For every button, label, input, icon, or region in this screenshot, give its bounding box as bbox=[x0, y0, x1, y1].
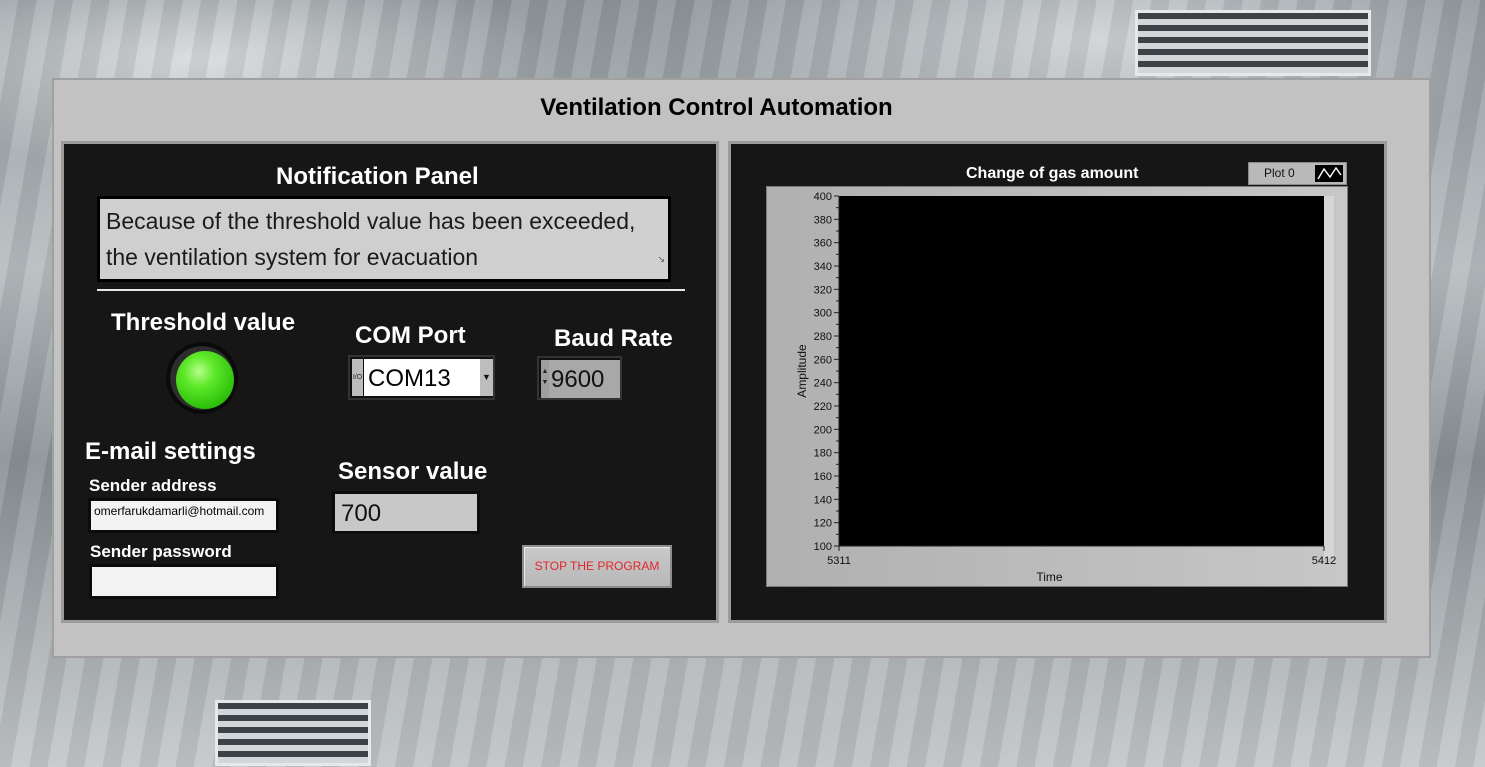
y-tick-label: 200 bbox=[814, 424, 832, 436]
y-tick-label: 120 bbox=[814, 518, 832, 530]
x-tick-label: 5412 bbox=[1312, 555, 1336, 567]
led-light-icon bbox=[176, 351, 234, 409]
notification-panel-heading: Notification Panel bbox=[276, 163, 479, 190]
x-tick-label: 5311 bbox=[827, 555, 851, 567]
vent-grille-bottom-left bbox=[215, 700, 371, 766]
sensor-value-display: 700 bbox=[332, 491, 480, 534]
y-tick-label: 280 bbox=[814, 331, 832, 343]
plot-legend[interactable]: Plot 0 bbox=[1248, 162, 1347, 185]
y-tick-label: 160 bbox=[814, 471, 832, 483]
plot-bevel bbox=[1324, 196, 1334, 558]
chevron-down-icon[interactable]: ▼ bbox=[480, 359, 493, 396]
y-tick-label: 100 bbox=[814, 541, 832, 553]
threshold-label: Threshold value bbox=[111, 309, 296, 336]
y-axis-label: Amplitude bbox=[795, 344, 809, 398]
baud-rate-label: Baud Rate bbox=[554, 325, 673, 352]
baud-rate-control[interactable]: ▲ ▼ 9600 bbox=[537, 356, 622, 400]
y-tick-label: 340 bbox=[814, 261, 832, 273]
chart-title: Change of gas amount bbox=[966, 165, 1139, 182]
email-settings-heading: E-mail settings bbox=[85, 438, 256, 465]
y-tick-label: 300 bbox=[814, 308, 832, 320]
notification-message-text: Because of the threshold value has been … bbox=[106, 208, 636, 270]
y-tick-label: 260 bbox=[814, 354, 832, 366]
line-style-icon bbox=[1315, 165, 1343, 182]
x-axis-label: Time bbox=[1036, 570, 1063, 584]
y-tick-label: 400 bbox=[814, 191, 832, 203]
window-title: Ventilation Control Automation bbox=[540, 94, 893, 121]
sender-address-label: Sender address bbox=[89, 476, 217, 495]
com-port-value[interactable]: COM13 bbox=[364, 359, 480, 396]
vent-grille-top-right bbox=[1135, 10, 1371, 76]
resize-grip-icon[interactable]: ↘ bbox=[657, 241, 665, 277]
divider bbox=[97, 289, 685, 291]
sender-address-input[interactable]: omerfarukdamarli@hotmail.com bbox=[88, 498, 279, 533]
baud-rate-value[interactable]: 9600 bbox=[549, 360, 620, 398]
gas-amount-chart[interactable]: 100 120 140 160 180 200 220 240 260 280 300 320 340 3… bbox=[766, 186, 1348, 587]
stop-program-button[interactable]: STOP THE PROGRAM bbox=[522, 545, 672, 588]
y-tick-label: 180 bbox=[814, 448, 832, 460]
y-tick-label: 220 bbox=[814, 401, 832, 413]
sender-address-value: omerfarukdamarli@hotmail.com bbox=[94, 504, 265, 518]
sensor-value: 700 bbox=[341, 500, 382, 527]
y-tick-label: 240 bbox=[814, 378, 832, 390]
y-tick-label: 140 bbox=[814, 494, 832, 506]
io-name-icon[interactable]: I/O bbox=[352, 359, 363, 396]
com-port-selector[interactable]: I/O COM13 ▼ bbox=[348, 355, 495, 400]
increment-arrows-icon[interactable]: ▲ ▼ bbox=[541, 360, 549, 398]
y-tick-label: 380 bbox=[814, 214, 832, 226]
sensor-value-label: Sensor value bbox=[338, 458, 488, 485]
y-tick-label: 360 bbox=[814, 238, 832, 250]
notification-message-box[interactable]: Because of the threshold value has been … bbox=[97, 196, 671, 282]
plot-area bbox=[839, 196, 1324, 546]
com-port-label: COM Port bbox=[355, 322, 466, 349]
legend-entry-label: Plot 0 bbox=[1264, 166, 1295, 180]
sender-password-input[interactable] bbox=[89, 564, 279, 599]
threshold-led-indicator bbox=[166, 342, 238, 414]
y-tick-label: 320 bbox=[814, 284, 832, 296]
sender-password-label: Sender password bbox=[90, 542, 232, 561]
